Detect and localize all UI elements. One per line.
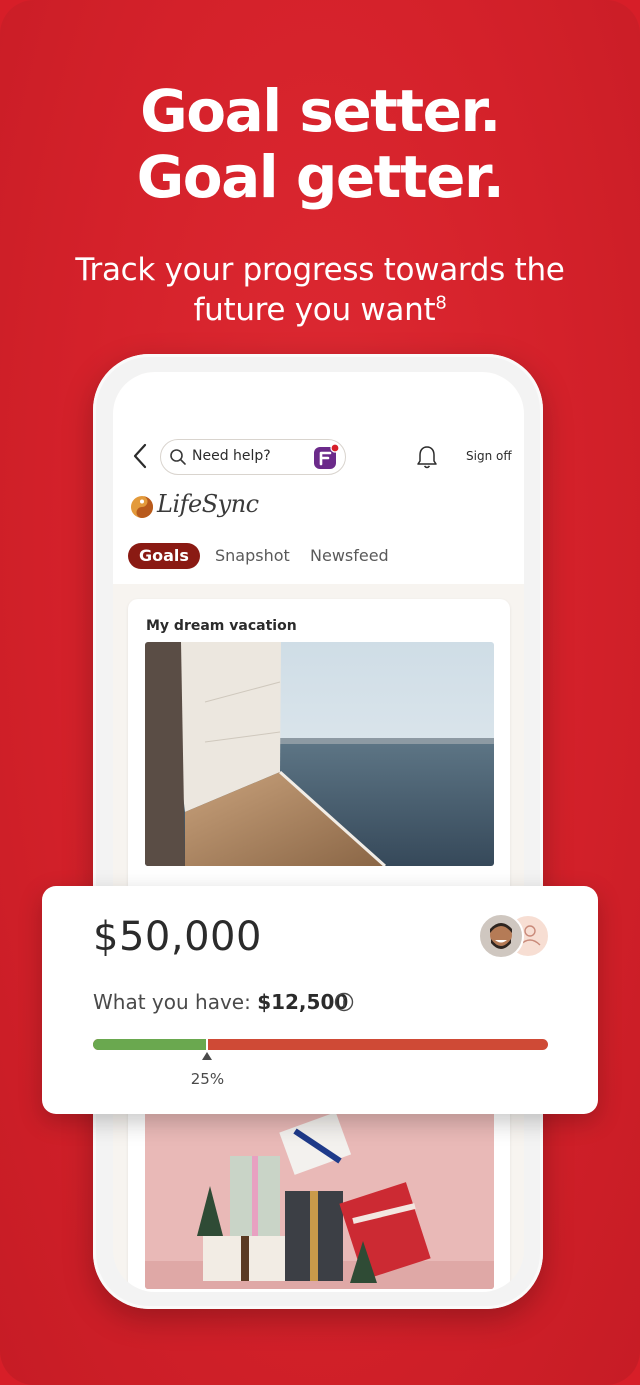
info-icon[interactable] xyxy=(334,992,354,1012)
subheadline: Track your progress towards the future y… xyxy=(0,250,640,330)
tab-goals[interactable]: Goals xyxy=(128,543,200,569)
headline-line-1: Goal setter. xyxy=(140,77,501,145)
goal-title: My dream vacation xyxy=(146,618,297,634)
goal-target-amount: $50,000 xyxy=(93,914,262,960)
progress-bar xyxy=(93,1039,548,1050)
brand-logo-icon xyxy=(131,496,153,518)
assistant-icon[interactable] xyxy=(311,442,341,472)
vacation-photo xyxy=(145,642,494,866)
phone-screen: Need help? Sign off LifeSync Goals Snaps… xyxy=(113,372,524,1292)
bell-icon[interactable] xyxy=(415,444,439,470)
avatar xyxy=(478,913,524,959)
search-bar[interactable]: Need help? xyxy=(160,439,346,475)
headline-line-2: Goal getter. xyxy=(136,143,505,211)
app-header: Need help? Sign off LifeSync Goals Snaps… xyxy=(113,372,524,584)
subheadline-line-1: Track your progress towards the xyxy=(75,252,565,288)
back-icon[interactable] xyxy=(131,442,151,470)
brand-name: LifeSync xyxy=(157,490,259,518)
search-icon xyxy=(170,449,186,465)
tab-newsfeed[interactable]: Newsfeed xyxy=(310,543,389,569)
current-savings-label: What you have: xyxy=(93,990,251,1014)
sign-off-link[interactable]: Sign off xyxy=(466,449,512,463)
subheadline-line-2-text: future you want xyxy=(193,292,436,328)
gifts-photo xyxy=(145,1111,494,1289)
goal-members[interactable] xyxy=(478,913,552,959)
search-placeholder: Need help? xyxy=(192,448,271,464)
promo-background: Goal setter. Goal getter. Track your pro… xyxy=(0,0,640,1385)
tab-snapshot[interactable]: Snapshot xyxy=(215,543,290,569)
progress-fill xyxy=(93,1039,207,1050)
progress-marker xyxy=(205,1037,208,1052)
goal-summary-card[interactable]: $50,000 What you have: $12,500 25% xyxy=(42,886,598,1114)
footnote-marker: 8 xyxy=(435,292,447,314)
progress-pointer xyxy=(201,1052,212,1060)
current-savings: What you have: $12,500 xyxy=(93,990,348,1014)
headline: Goal setter. Goal getter. xyxy=(0,78,640,210)
progress-percent: 25% xyxy=(190,1070,225,1088)
subheadline-line-2: future you want8 xyxy=(0,290,640,330)
